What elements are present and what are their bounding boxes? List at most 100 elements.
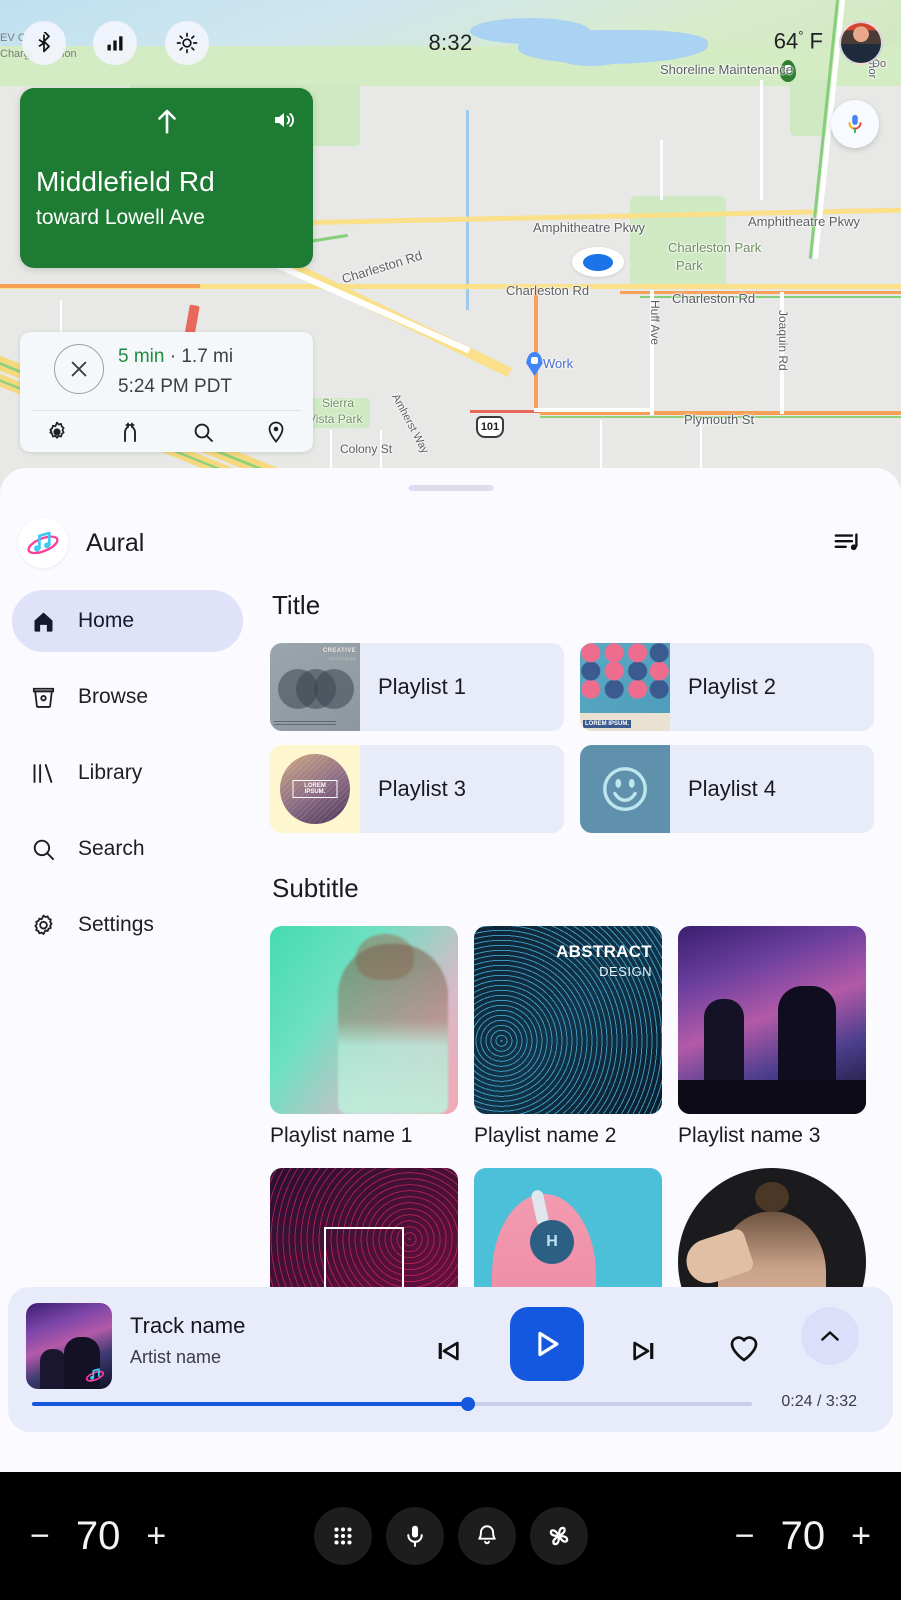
playlist-card-grid: CREATIVE SOLUTIONS Playlist 1 LOREM IPSU… <box>270 643 890 833</box>
search-icon[interactable] <box>191 420 215 444</box>
eta-arrival-time: 5:24 PM PDT <box>118 376 233 397</box>
app-sidebar: Home Browse Library Search Settings <box>0 590 255 970</box>
playlist-card[interactable]: LOREM IPSUM. Playlist 2 <box>580 643 874 731</box>
map-label: Charleston Park <box>668 240 762 255</box>
playlist-cover-image: ABSTRACT DESIGN <box>474 926 662 1114</box>
navigation-instruction-card[interactable]: Middlefield Rd toward Lowell Ave <box>20 88 313 268</box>
map-label: Plymouth St <box>684 412 755 427</box>
sidebar-item-label: Search <box>78 837 145 860</box>
eta-card[interactable]: 5 min · 1.7 mi 5:24 PM PDT <box>20 332 313 452</box>
volume-on-icon[interactable] <box>271 108 297 132</box>
cover-overlay-title: ABSTRACT <box>556 942 652 961</box>
playlist-cover-image <box>678 926 866 1114</box>
playlist-card-label: Playlist 1 <box>378 674 467 699</box>
notification-bell-button[interactable] <box>457 1507 516 1565</box>
section-subtitle: Subtitle <box>272 873 359 903</box>
volume-increase-button[interactable]: + <box>146 1519 166 1553</box>
route-alternatives-icon[interactable] <box>118 420 142 444</box>
playlist-tile[interactable]: ABSTRACT DESIGN Playlist name 2 <box>474 926 662 1148</box>
sidebar-item-settings[interactable]: Settings <box>12 894 243 956</box>
sidebar-item-browse[interactable]: Browse <box>12 666 243 728</box>
apps-grid-icon <box>333 1527 352 1545</box>
playlist-card[interactable]: Playlist 4 <box>580 745 874 833</box>
settings-gear-icon[interactable] <box>45 420 69 444</box>
playlist-thumbnail: LOREM IPSUM. <box>270 745 360 833</box>
queue-music-button[interactable] <box>831 528 865 560</box>
playlist-tile[interactable]: Playlist name 3 <box>678 926 866 1148</box>
thumb-tag: LOREM IPSUM. <box>583 720 632 728</box>
apps-grid-button[interactable] <box>313 1507 372 1565</box>
volume-increase-button[interactable]: + <box>851 1519 871 1553</box>
fan-climate-button[interactable] <box>529 1507 588 1565</box>
player-track-name: Track name <box>130 1313 246 1338</box>
sidebar-item-home[interactable]: Home <box>12 590 243 652</box>
playlist-tile-label: Playlist name 3 <box>678 1124 821 1147</box>
status-bar: EV C Charg. ion 8:32 64° F <box>0 0 901 86</box>
map-traffic-orange <box>0 284 200 288</box>
sidebar-item-label: Library <box>78 761 143 784</box>
browse-icon <box>30 684 64 711</box>
app-name: Aural <box>86 529 145 557</box>
cover-overlay-subtitle: DESIGN <box>599 964 652 979</box>
map-label: Joaquin Rd <box>776 310 790 371</box>
assistant-mic-icon <box>848 114 862 134</box>
map-label: Charleston Rd <box>506 283 590 298</box>
fan-climate-icon <box>549 1526 568 1546</box>
panel-drag-handle[interactable] <box>408 485 493 491</box>
volume-decrease-button[interactable]: − <box>735 1519 755 1553</box>
eta-duration: 5 min <box>118 346 165 367</box>
sidebar-item-search[interactable]: Search <box>12 818 243 880</box>
map-street <box>660 140 663 200</box>
sidebar-item-label: Home <box>78 609 135 632</box>
playlist-tile[interactable]: Playlist name 1 <box>270 926 458 1148</box>
left-volume-control: − 70 + <box>30 1516 166 1556</box>
map-label: Colony St <box>340 442 393 456</box>
current-location-dot <box>572 247 624 277</box>
next-track-button[interactable] <box>628 1335 660 1372</box>
user-avatar[interactable] <box>839 21 883 65</box>
nav-street-name: Middlefield Rd <box>36 166 215 197</box>
temp-value: 64 <box>773 28 799 54</box>
playlist-thumbnail: CREATIVE SOLUTIONS <box>270 643 360 731</box>
location-pin-icon[interactable] <box>264 420 288 444</box>
volume-decrease-button[interactable]: − <box>30 1519 50 1553</box>
map-creek <box>466 110 469 310</box>
app-content: Title CREATIVE SOLUTIONS Playlist 1 LORE… <box>270 590 890 1356</box>
status-clock: 8:32 <box>428 30 473 55</box>
album-art-thumbnail[interactable] <box>26 1303 112 1389</box>
expand-player-button[interactable] <box>801 1307 859 1365</box>
system-icon-row <box>313 1507 588 1565</box>
temp-unit: F <box>809 28 823 54</box>
previous-track-button[interactable] <box>432 1335 464 1372</box>
volume-value: 70 <box>75 1514 121 1558</box>
sidebar-item-label: Settings <box>78 913 154 936</box>
play-button[interactable] <box>510 1307 584 1381</box>
playlist-card[interactable]: LOREM IPSUM. Playlist 3 <box>270 745 564 833</box>
heart-outline-icon <box>730 1336 758 1362</box>
car-infotainment-screen: 101 Shoreline Maintenance Amphitheatre P… <box>0 0 901 1600</box>
favorite-button[interactable] <box>726 1331 762 1370</box>
section-title: Title <box>272 590 321 620</box>
playlist-card-label: Playlist 2 <box>688 674 777 699</box>
seek-handle[interactable] <box>461 1397 475 1411</box>
map-label: Amphitheatre Pkwy <box>748 214 860 229</box>
assistant-mic-button[interactable] <box>831 100 879 148</box>
map-traffic-orange <box>620 291 901 294</box>
microphone-button[interactable] <box>385 1507 444 1565</box>
playlist-card-label: Playlist 4 <box>688 776 777 801</box>
close-icon <box>71 361 87 377</box>
straight-arrow-icon <box>157 109 176 134</box>
sidebar-item-label: Browse <box>78 685 149 708</box>
playlist-card[interactable]: CREATIVE SOLUTIONS Playlist 1 <box>270 643 564 731</box>
map-label: Sierra <box>322 396 355 410</box>
skip-previous-icon <box>438 1341 459 1361</box>
playlist-card-label: Playlist 3 <box>378 776 467 801</box>
search-icon <box>30 836 64 863</box>
eta-action-row <box>20 411 313 452</box>
sidebar-item-library[interactable]: Library <box>12 742 243 804</box>
seek-bar[interactable] <box>32 1397 752 1411</box>
media-player-bar: Track name Artist name 0:24 / 3:32 <box>8 1287 893 1432</box>
map-label: Huff Ave <box>648 300 662 345</box>
close-navigation-button[interactable] <box>54 344 104 394</box>
right-volume-control: − 70 + <box>735 1516 871 1556</box>
